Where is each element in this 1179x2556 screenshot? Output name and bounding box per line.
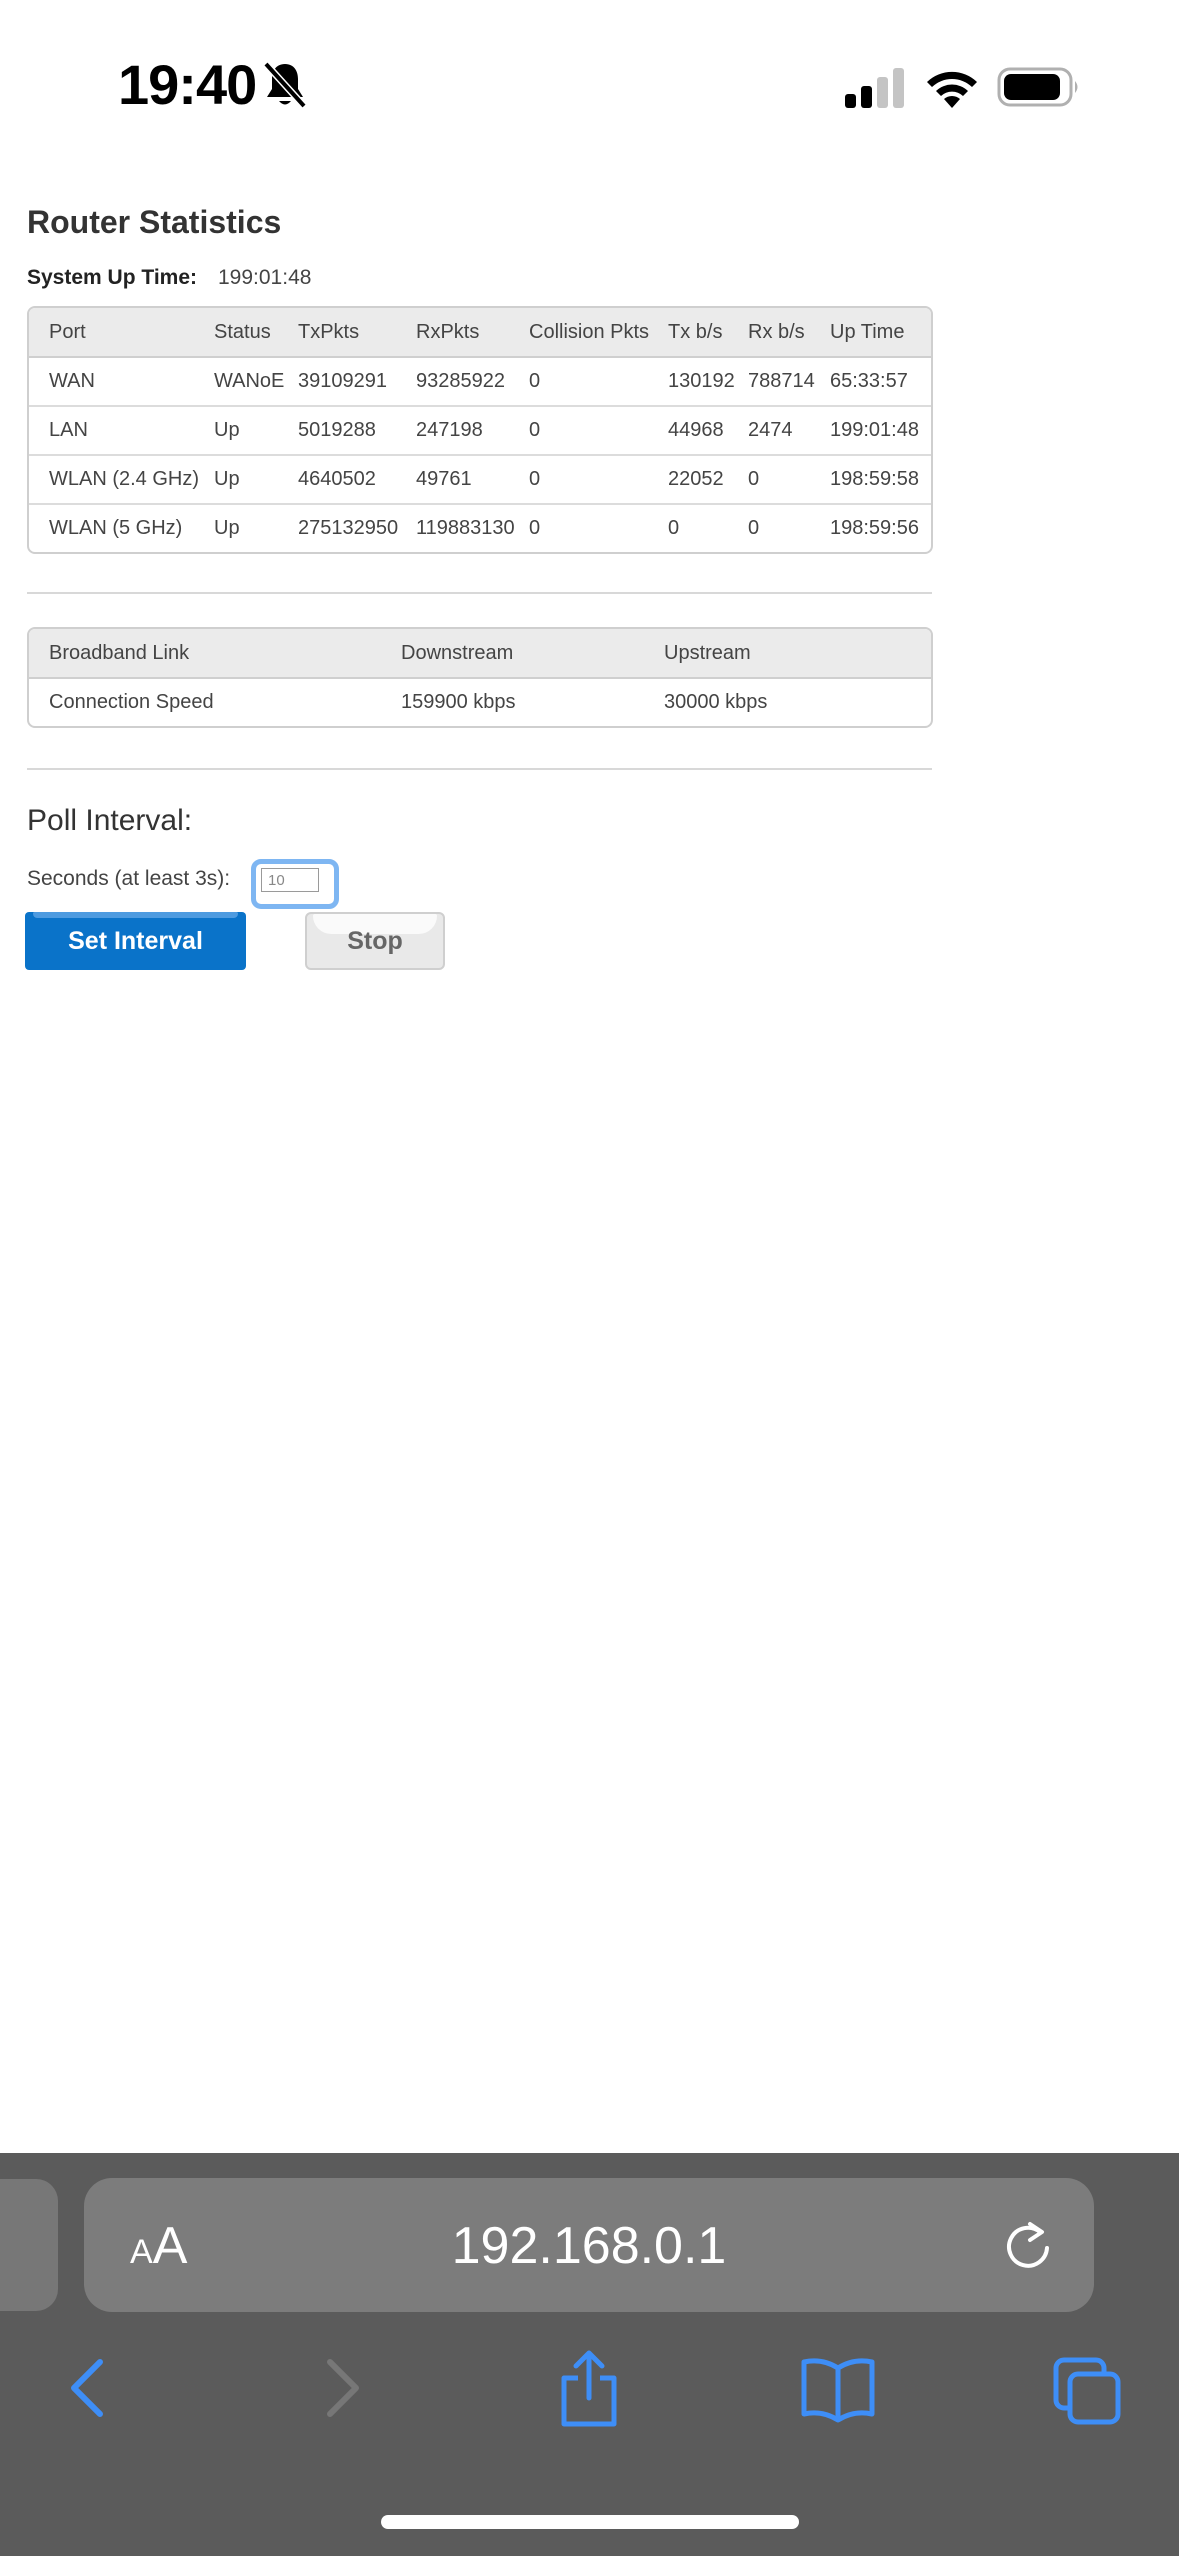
table-row: WLAN (5 GHz) Up 275132950 119883130 0 0 … <box>29 504 931 552</box>
table-cell: 2474 <box>748 406 830 456</box>
column-header: Tx b/s <box>668 308 748 358</box>
table-cell: 30000 kbps <box>664 691 768 713</box>
battery-icon <box>997 67 1078 107</box>
poll-interval-heading: Poll Interval: <box>27 804 193 837</box>
table-cell: 788714 <box>748 357 830 407</box>
table-cell: Up <box>214 455 298 505</box>
column-header: Port <box>29 308 214 358</box>
reload-icon[interactable] <box>1000 2216 1056 2276</box>
page-title: Router Statistics <box>27 204 282 240</box>
table-cell: 0 <box>529 517 541 539</box>
column-header: Upstream <box>664 629 931 679</box>
table-cell: WANoE <box>214 357 298 407</box>
column-header: Broadband Link <box>29 629 401 679</box>
table-cell: 22052 <box>668 455 748 505</box>
table-cell: 93285922 <box>416 357 529 407</box>
table-header-row: Port Status TxPkts RxPkts Collision Pkts… <box>29 308 931 358</box>
column-header: RxPkts <box>416 308 529 358</box>
table-cell: 275132950 <box>298 517 399 539</box>
stop-label: Stop <box>347 927 403 955</box>
table-row: LAN Up 5019288 247198 0 44968 2474 199:0… <box>29 406 931 456</box>
table-cell: 4640502 <box>298 455 416 505</box>
back-icon[interactable] <box>62 2348 112 2428</box>
home-indicator <box>381 2515 799 2529</box>
tabs-icon[interactable] <box>1052 2348 1124 2428</box>
system-uptime-value: 199:01:48 <box>218 266 312 289</box>
column-header: Collision Pkts <box>529 308 668 358</box>
table-row: WAN WANoE 39109291 93285922 0 130192 788… <box>29 357 931 407</box>
table-cell: 0 <box>748 455 830 505</box>
table-cell: 198:59:56 <box>830 517 919 539</box>
section-divider <box>27 592 932 594</box>
table-cell: LAN <box>29 406 214 456</box>
table-cell: 199:01:48 <box>830 406 931 456</box>
table-cell: 0 <box>529 406 668 456</box>
table-cell: Up <box>214 406 298 456</box>
stop-button[interactable]: Stop <box>305 912 445 970</box>
share-icon[interactable] <box>556 2348 622 2428</box>
column-header: Status <box>214 308 298 358</box>
table-cell: 0 <box>529 455 668 505</box>
table-cell: 65:33:57 <box>830 357 931 407</box>
bookmarks-icon[interactable] <box>800 2348 876 2428</box>
table-cell: Connection Speed <box>49 691 214 713</box>
status-time: 19:40 <box>118 53 257 116</box>
table-cell: 5019288 <box>298 406 416 456</box>
table-cell: WAN <box>29 357 214 407</box>
wifi-icon <box>927 71 977 108</box>
table-row: WLAN (2.4 GHz) Up 4640502 49761 0 22052 … <box>29 455 931 505</box>
column-header: Rx b/s <box>748 308 830 358</box>
address-bar[interactable]: AA 192.168.0.1 <box>84 2178 1094 2312</box>
status-bar: 19:40 <box>0 0 1179 150</box>
table-cell: 0 <box>668 517 680 539</box>
port-statistics-table: Port Status TxPkts RxPkts Collision Pkts… <box>27 306 933 554</box>
cellular-signal-icon <box>845 68 904 108</box>
poll-seconds-input[interactable] <box>261 868 319 892</box>
url-text: 192.168.0.1 <box>451 2217 727 2275</box>
system-uptime-label: System Up Time: <box>27 266 197 289</box>
set-interval-label: Set Interval <box>68 927 203 955</box>
table-cell: 159900 kbps <box>401 691 516 713</box>
browser-toolbar: AA 192.168.0.1 <box>0 2153 1179 2556</box>
table-row: Connection Speed 159900 kbps 30000 kbps <box>29 678 931 726</box>
poll-seconds-label: Seconds (at least 3s): <box>27 867 231 890</box>
previous-tab-peek[interactable] <box>0 2179 58 2311</box>
table-cell: 0 <box>748 517 760 539</box>
column-header: Downstream <box>401 629 664 679</box>
table-cell: WLAN (5 GHz) <box>49 517 183 539</box>
table-cell: 130192 <box>668 357 748 407</box>
table-cell: 119883130 <box>416 517 515 539</box>
column-header: Up Time <box>830 308 931 358</box>
table-cell: 49761 <box>416 455 529 505</box>
forward-icon[interactable] <box>318 2348 368 2428</box>
table-cell: 247198 <box>416 406 529 456</box>
column-header: TxPkts <box>298 308 416 358</box>
table-cell: 39109291 <box>298 357 416 407</box>
section-divider <box>27 768 932 770</box>
poll-input-focus-ring <box>251 859 339 909</box>
set-interval-button[interactable]: Set Interval <box>25 912 246 970</box>
bell-muted-icon <box>263 61 307 109</box>
table-cell: 44968 <box>668 406 748 456</box>
table-cell: Up <box>214 517 240 539</box>
table-cell: WLAN (2.4 GHz) <box>29 455 214 505</box>
table-header-row: Broadband Link Downstream Upstream <box>29 629 931 679</box>
table-cell: 198:59:58 <box>830 455 931 505</box>
broadband-link-table: Broadband Link Downstream Upstream Conne… <box>27 627 933 728</box>
table-cell: 0 <box>529 357 668 407</box>
